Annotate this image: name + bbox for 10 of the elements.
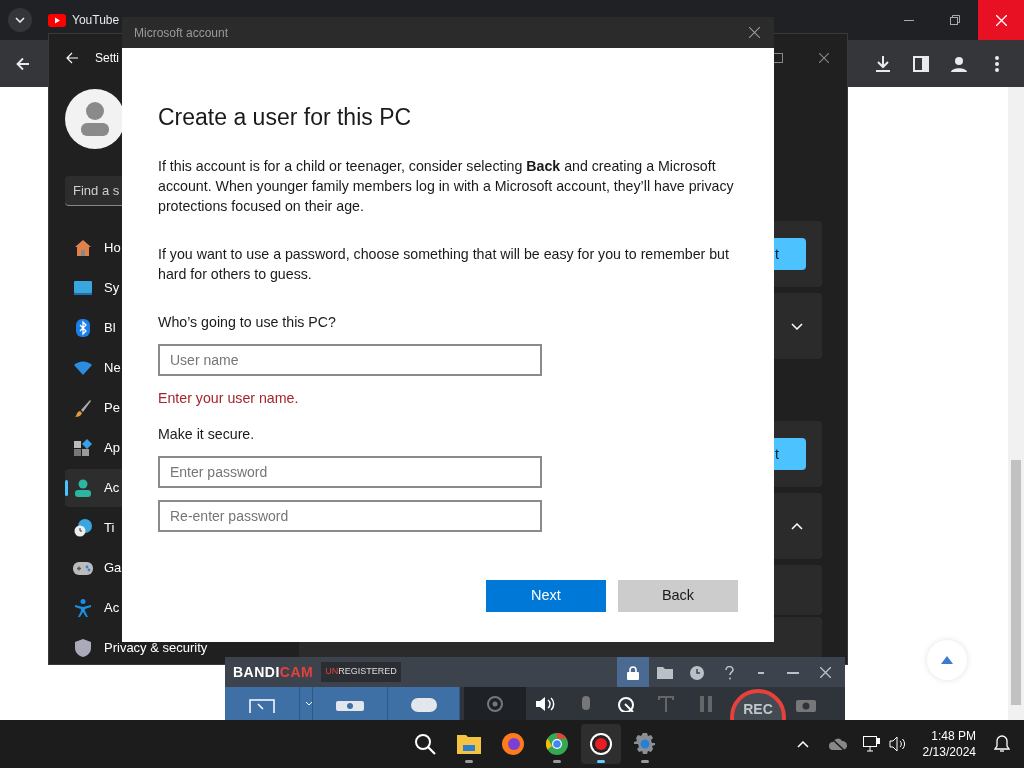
app-logo: BANDICAM: [233, 662, 314, 682]
dialog-title: Microsoft account: [134, 24, 229, 42]
error-message: Enter your user name.: [158, 388, 300, 408]
dialog-heading: Create a user for this PC: [158, 104, 413, 132]
paragraph: If you want to use a password, choose something that will be easy for you to remember but hard for others to guess.: [158, 244, 730, 284]
field-label: Make it secure.: [158, 424, 256, 444]
license-badge: UNREGISTERED: [321, 662, 401, 682]
field-label: Who’s going to use this PC?: [158, 312, 337, 332]
window-title: Setti: [95, 50, 119, 67]
paragraph: If this account is for a child or teenager, consider selecting Back and creating a Microsoft account. When younger family members log in with a Microsoft account, they’ll have privacy protections focused on their age.: [158, 156, 735, 216]
